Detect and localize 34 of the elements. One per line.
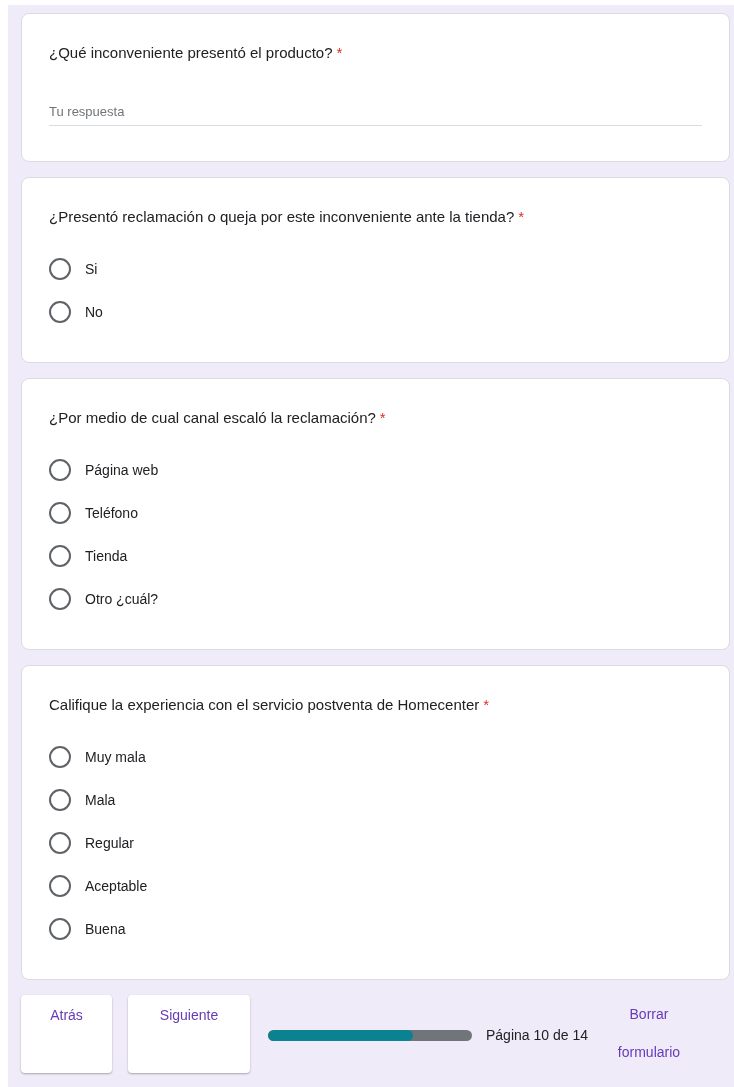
- radio-button[interactable]: [49, 832, 71, 854]
- radio-button[interactable]: [49, 875, 71, 897]
- option-label: Teléfono: [85, 505, 138, 521]
- question-title: ¿Por medio de cual canal escaló la reclamación?: [49, 408, 376, 428]
- question-title: ¿Qué inconveniente presentó el producto?: [49, 43, 333, 63]
- option-label: Mala: [85, 792, 116, 808]
- page-indicator: Página 10 de 14: [486, 1027, 588, 1043]
- option-label: Aceptable: [85, 878, 148, 894]
- option-label: Regular: [85, 835, 135, 851]
- radio-button[interactable]: [49, 746, 71, 768]
- radio-button[interactable]: [49, 459, 71, 481]
- radio-button[interactable]: [49, 301, 71, 323]
- radio-button[interactable]: [49, 789, 71, 811]
- question-title: ¿Presentó reclamación o queja por este inconveniente ante la tienda?: [49, 207, 515, 227]
- radio-button[interactable]: [49, 918, 71, 940]
- required-asterisk: *: [483, 695, 490, 715]
- option-label: Buena: [85, 921, 126, 937]
- option-label: Otro ¿cuál?: [85, 591, 159, 607]
- next-button[interactable]: Siguiente: [128, 995, 250, 1073]
- question-title: Califique la experiencia con el servicio postventa de Homecenter: [49, 695, 480, 715]
- radio-button[interactable]: [49, 258, 71, 280]
- option-label: Página web: [85, 462, 159, 478]
- radio-button[interactable]: [49, 502, 71, 524]
- option-label: Si: [85, 261, 98, 277]
- radio-button[interactable]: [49, 545, 71, 567]
- option-label: Muy mala: [85, 749, 146, 765]
- required-asterisk: *: [336, 43, 343, 63]
- option-label: No: [85, 304, 103, 320]
- radio-button[interactable]: [49, 588, 71, 610]
- required-asterisk: *: [518, 207, 525, 227]
- option-label: Tienda: [85, 548, 128, 564]
- required-asterisk: *: [379, 408, 386, 428]
- clear-form-button[interactable]: Borrar formulario: [604, 995, 694, 1071]
- back-button[interactable]: Atrás: [21, 995, 112, 1073]
